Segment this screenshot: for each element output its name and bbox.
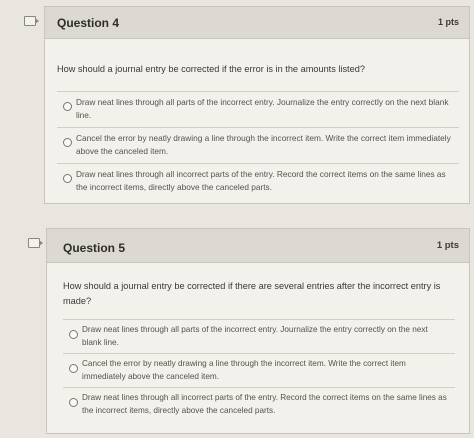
answer-label: Draw neat lines through all parts of the…	[82, 325, 428, 347]
answer-option[interactable]: Draw neat lines through all incorrect pa…	[57, 163, 459, 199]
radio-button[interactable]	[63, 102, 72, 111]
flag-question-icon[interactable]	[24, 16, 39, 26]
question-points: 1 pts	[436, 240, 459, 251]
answer-label: Cancel the error by neatly drawing a lin…	[82, 359, 406, 381]
answer-option[interactable]: Cancel the error by neatly drawing a lin…	[63, 353, 455, 387]
answer-label: Draw neat lines through all incorrect pa…	[82, 393, 447, 415]
question-card: Question 4 1 pts How should a journal en…	[44, 6, 470, 204]
question-title: Question 4	[57, 16, 120, 30]
question-prompt: How should a journal entry be corrected …	[57, 64, 365, 74]
question-header: Question 4 1 pts	[45, 7, 469, 39]
radio-button[interactable]	[69, 364, 78, 373]
question-card: Question 5 1 pts How should a journal en…	[46, 228, 470, 434]
quiz-page: Question 4 1 pts How should a journal en…	[0, 0, 474, 438]
question-prompt: How should a journal entry be corrected …	[63, 281, 441, 306]
answer-option[interactable]: Draw neat lines through all incorrect pa…	[63, 387, 455, 421]
radio-button[interactable]	[63, 174, 72, 183]
answer-label: Draw neat lines through all parts of the…	[76, 97, 449, 120]
answer-option[interactable]: Draw neat lines through all parts of the…	[63, 319, 455, 353]
question-title: Question 5	[63, 241, 126, 255]
radio-button[interactable]	[69, 330, 78, 339]
answer-option[interactable]: Draw neat lines through all parts of the…	[57, 91, 459, 127]
flag-question-icon[interactable]	[28, 238, 43, 248]
question-header: Question 5 1 pts	[47, 229, 469, 263]
radio-button[interactable]	[63, 138, 72, 147]
question-points: 1 pts	[437, 17, 459, 27]
answer-label: Draw neat lines through all incorrect pa…	[76, 169, 446, 192]
radio-button[interactable]	[69, 398, 78, 407]
answer-label: Cancel the error by neatly drawing a lin…	[76, 133, 451, 156]
answer-option[interactable]: Cancel the error by neatly drawing a lin…	[57, 127, 459, 163]
